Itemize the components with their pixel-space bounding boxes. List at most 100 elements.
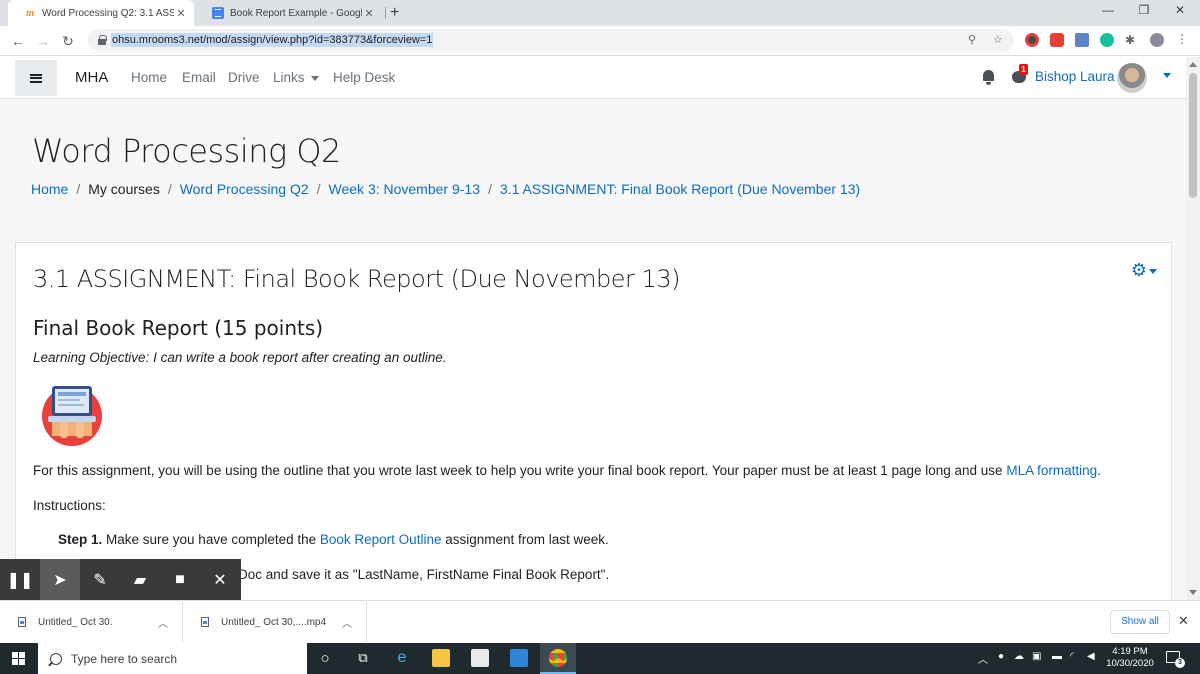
intro-end: .	[1097, 463, 1101, 478]
download-item[interactable]: Untitled_ Oct 30,....mp4 ︿	[183, 602, 367, 642]
tray-chevron-icon[interactable]: ︿	[978, 651, 988, 666]
step-2-partial: Doc and save it as "LastName, FirstName …	[238, 567, 610, 582]
assignment-title: 3.1 ASSIGNMENT: Final Book Report (Due N…	[33, 265, 680, 293]
extension-record-icon[interactable]	[1025, 33, 1039, 47]
windows-start-icon[interactable]	[12, 652, 25, 665]
moodle-favicon-icon: m	[25, 8, 34, 18]
back-arrow-icon[interactable]: ←	[10, 33, 26, 49]
downloads-bar: Untitled_ Oct 30. ︿ Untitled_ Oct 30,...…	[0, 600, 1200, 643]
assignment-card: ⚙ 3.1 ASSIGNMENT: Final Book Report (Due…	[15, 242, 1172, 600]
recording-toolbar: ❚❚ ➤ ✎ ▰ ■ ✕	[0, 559, 241, 600]
breadcrumb-assignment[interactable]: 3.1 ASSIGNMENT: Final Book Report (Due N…	[500, 181, 860, 197]
new-tab-button[interactable]: +	[390, 4, 406, 22]
breadcrumb-my-courses: My courses	[88, 181, 160, 197]
file-icon	[201, 617, 209, 627]
download-item[interactable]: Untitled_ Oct 30. ︿	[0, 602, 183, 642]
tab-separator	[385, 7, 386, 19]
breadcrumb-course[interactable]: Word Processing Q2	[180, 181, 309, 197]
camera-icon[interactable]: ■	[160, 559, 200, 600]
page-scrollbar[interactable]	[1186, 57, 1200, 600]
site-brand[interactable]: MHA	[75, 69, 108, 86]
step-1-text-end: assignment from last week.	[441, 532, 609, 547]
pause-icon[interactable]: ❚❚	[0, 559, 40, 600]
instructions-label: Instructions:	[33, 498, 106, 513]
taskbar-clock[interactable]: 4:19 PM 10/30/2020	[1104, 646, 1156, 670]
microphone-icon[interactable]: ●	[998, 651, 1004, 662]
scroll-down-arrow-icon[interactable]	[1189, 590, 1197, 595]
edge-icon[interactable]: e	[393, 649, 411, 667]
pen-icon[interactable]: ✎	[80, 559, 120, 600]
address-bar[interactable]: ohsu.mrooms3.net/mod/assign/view.php?id=…	[88, 29, 1014, 52]
breadcrumb-home[interactable]: Home	[31, 181, 68, 197]
user-menu-caret-icon[interactable]	[1163, 73, 1171, 78]
browser-tab-strip: m Word Processing Q2: 3.1 ASSIGN ✕ Book …	[0, 0, 1200, 26]
tab-book-report-example[interactable]: Book Report Example - Google D ✕	[196, 0, 382, 26]
nav-link-home[interactable]: Home	[131, 70, 167, 85]
pointer-icon[interactable]: ➤	[40, 559, 80, 600]
battery-icon[interactable]: ▬	[1052, 651, 1062, 662]
minimize-button[interactable]: —	[1098, 3, 1118, 17]
step-1: Step 1. Make sure you have completed the…	[58, 532, 609, 547]
extension-red-icon[interactable]	[1050, 33, 1064, 47]
camera-tray-icon[interactable]: ▣	[1032, 651, 1041, 662]
breadcrumb-separator: /	[316, 181, 321, 197]
file-explorer-icon[interactable]	[432, 649, 450, 667]
onedrive-icon[interactable]: ☁	[1014, 651, 1024, 662]
scroll-up-arrow-icon[interactable]	[1189, 62, 1197, 67]
user-name[interactable]: Bishop Laura	[1035, 69, 1115, 84]
zoom-icon[interactable]: ⚲	[968, 33, 976, 46]
search-icon	[50, 652, 62, 665]
tab-close-icon[interactable]: ✕	[362, 7, 376, 20]
tab-title: Book Report Example - Google D	[230, 7, 362, 19]
breadcrumb-separator: /	[488, 181, 492, 197]
tab-close-icon[interactable]: ✕	[174, 7, 188, 20]
mail-icon[interactable]	[510, 649, 528, 667]
nav-link-links-dropdown[interactable]: Links	[273, 70, 319, 85]
window-close-button[interactable]: ✕	[1170, 3, 1190, 17]
site-navbar: MHA Home Email Drive Links Help Desk 1 B…	[0, 57, 1186, 99]
store-icon[interactable]	[471, 649, 489, 667]
reload-icon[interactable]: ↻	[60, 33, 76, 50]
extensions-puzzle-icon[interactable]: ✱	[1125, 33, 1139, 47]
show-all-button[interactable]: Show all	[1110, 610, 1170, 634]
chevron-up-icon[interactable]: ︿	[342, 615, 352, 630]
scrollbar-thumb[interactable]	[1189, 73, 1197, 198]
user-avatar[interactable]	[1117, 63, 1147, 93]
action-center-icon[interactable]: 3	[1166, 651, 1185, 668]
url-text[interactable]: ohsu.mrooms3.net/mod/assign/view.php?id=…	[111, 33, 434, 47]
learning-objective: Learning Objective: I can write a book r…	[33, 350, 447, 365]
task-view-icon[interactable]: ⧉	[354, 649, 372, 667]
close-icon[interactable]: ✕	[200, 559, 240, 600]
nav-link-drive[interactable]: Drive	[228, 70, 260, 85]
profile-avatar-icon[interactable]	[1150, 33, 1164, 47]
wifi-icon[interactable]: ◜	[1070, 651, 1074, 662]
forward-arrow-icon[interactable]: →	[35, 33, 51, 49]
chrome-icon[interactable]	[549, 649, 567, 667]
nav-link-email[interactable]: Email	[182, 70, 216, 85]
book-report-outline-link[interactable]: Book Report Outline	[320, 532, 442, 547]
page-content: Word Processing Q2 Home / My courses / W…	[0, 100, 1186, 600]
chevron-up-icon[interactable]: ︿	[158, 615, 168, 630]
volume-icon[interactable]: ◀	[1087, 651, 1095, 662]
breadcrumb: Home / My courses / Word Processing Q2 /…	[31, 181, 860, 197]
download-filename: Untitled_ Oct 30.	[38, 616, 113, 628]
tab-word-processing[interactable]: m Word Processing Q2: 3.1 ASSIGN ✕	[8, 0, 194, 26]
nav-link-help-desk[interactable]: Help Desk	[333, 70, 395, 85]
breadcrumb-week[interactable]: Week 3: November 9-13	[329, 181, 480, 197]
browser-toolbar: ← → ↻ ohsu.mrooms3.net/mod/assign/view.p…	[0, 26, 1200, 56]
maximize-button[interactable]: ❐	[1134, 3, 1154, 17]
mla-formatting-link[interactable]: MLA formatting	[1006, 463, 1097, 478]
grammarly-icon[interactable]	[1100, 33, 1114, 47]
highlighter-icon[interactable]: ▰	[120, 559, 160, 600]
file-icon	[18, 617, 26, 627]
lock-icon	[98, 35, 107, 45]
notification-bell-icon[interactable]	[982, 70, 995, 85]
close-downloads-icon[interactable]: ✕	[1178, 613, 1189, 629]
bookmark-star-icon[interactable]: ☆	[993, 33, 1003, 46]
taskbar-search[interactable]: Type here to search	[38, 643, 307, 674]
settings-gear-menu[interactable]: ⚙	[1131, 260, 1157, 281]
chrome-menu-icon[interactable]: ⋮	[1176, 33, 1190, 47]
hamburger-menu-button[interactable]	[15, 60, 57, 96]
cortana-icon[interactable]: ○	[316, 649, 334, 667]
extension-blue-icon[interactable]	[1075, 33, 1089, 47]
